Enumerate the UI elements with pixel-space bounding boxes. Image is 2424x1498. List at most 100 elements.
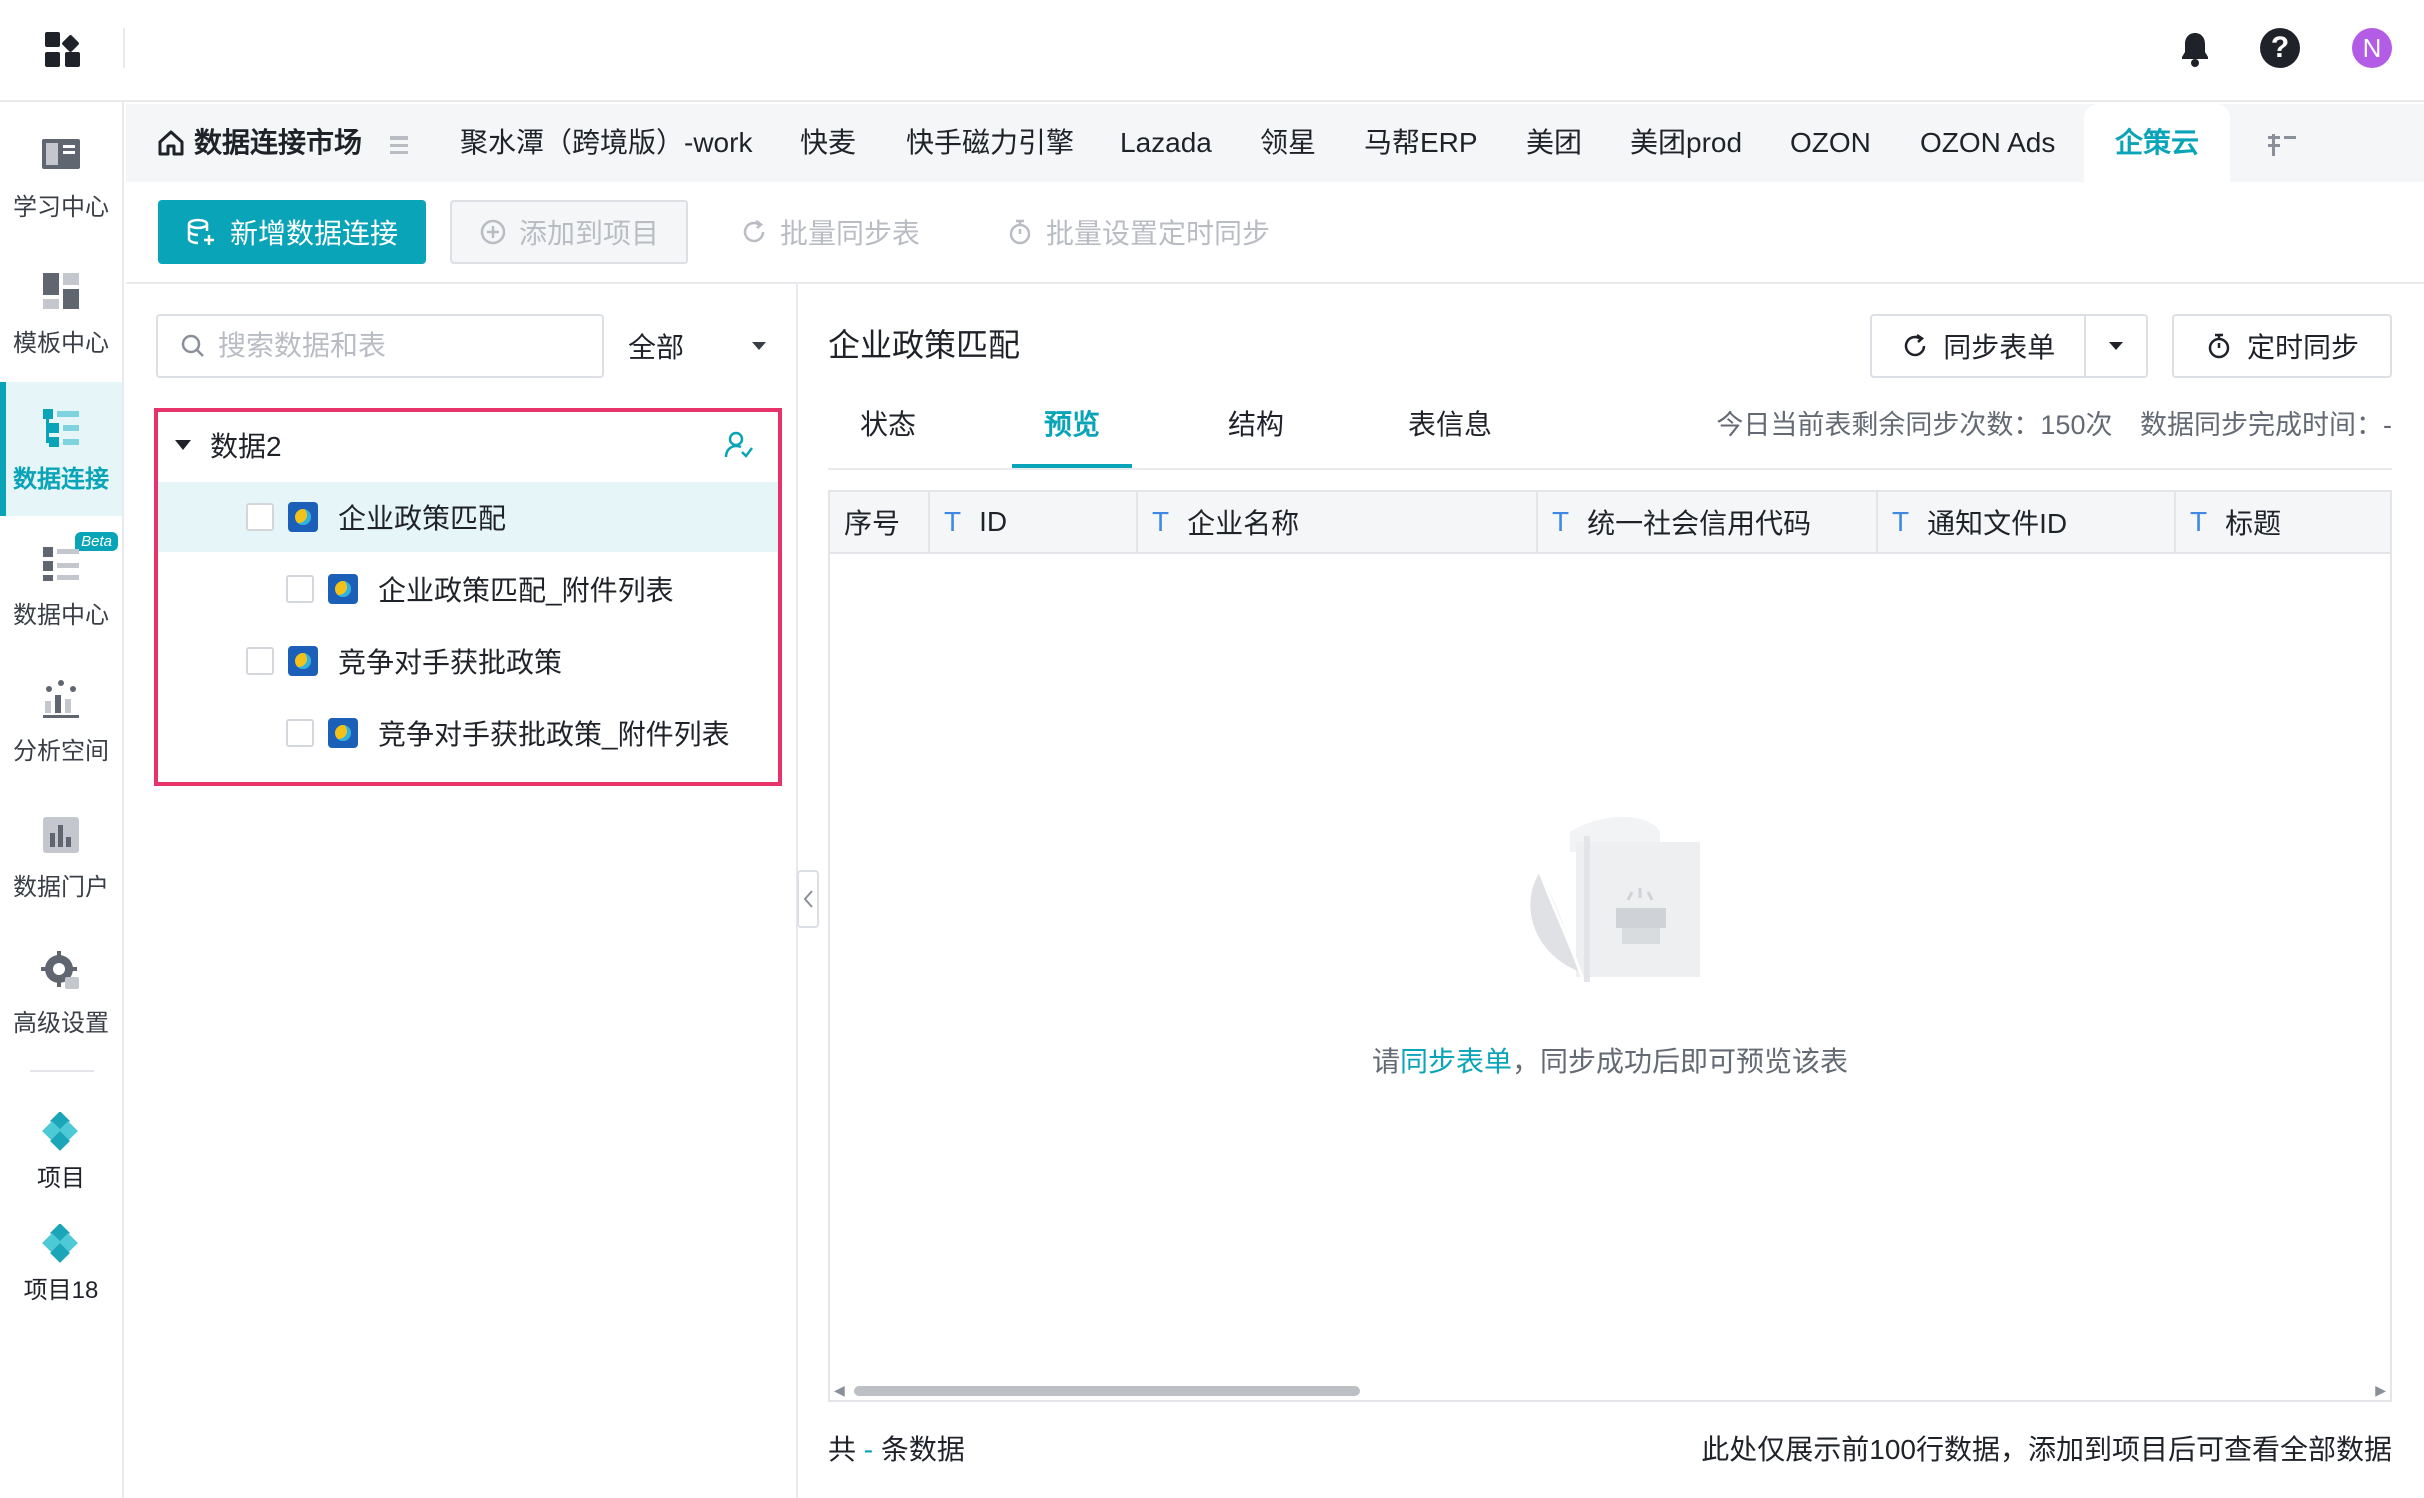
horizontal-scrollbar[interactable]: ◀ ▶ [830,1380,2390,1400]
sync-status-info: 今日当前表剩余同步次数：150次 数据同步完成时间：- [1696,392,2392,458]
column-header-company-name[interactable]: T 企业名称 [1138,492,1538,552]
detail-tab-bar: 状态 预览 结构 表信息 今日当前表剩余同步次数：150次 数据同步完成时间：- [828,392,2392,470]
app-grid-icon[interactable] [44,31,82,69]
preview-data-grid: 序号 T ID T 企业名称 T 统一社会信用代码 T 通知文件ID T 标题 [828,490,2392,1402]
scroll-left-arrow-icon[interactable]: ◀ [834,1382,845,1399]
button-label: 定时同步 [2246,332,2359,363]
tab-status[interactable]: 状态 [828,392,948,468]
tab-kuaishou[interactable]: 快手磁力引擎 [906,104,1074,182]
user-avatar[interactable]: N [2352,28,2392,68]
preview-limit-note: 此处仅展示前100行数据，添加到项目后可查看全部数据 [1701,1434,2392,1465]
column-title: 企业名称 [1187,508,1300,539]
sidebar-item-label: 高级设置 [13,1009,109,1037]
truncated-tab-glyph-icon [2268,133,2296,156]
tab-meituan[interactable]: 美团 [1526,104,1582,182]
database-plus-icon [187,218,214,245]
home-icon [158,130,184,156]
tab-kuaimai[interactable]: 快麦 [800,104,856,182]
user-share-icon[interactable] [724,430,754,460]
notification-bell-icon[interactable] [2174,28,2216,70]
data-tree-panel: 全部 数据2 企业政策匹配 企业政策匹配_附件列表 竞争对手获批政策 [126,284,798,1498]
project-diamond-icon [42,1111,78,1151]
tab-ozon[interactable]: OZON [1790,104,1871,182]
tree-node-label: 数据2 [210,431,282,462]
truncated-tab-glyph-icon [390,135,408,154]
sidebar-item-learning[interactable]: 学习中心 [0,110,122,244]
button-label: 同步表单 [1943,332,2056,363]
tree-node-data2[interactable]: 数据2 [158,412,778,478]
template-icon [43,272,79,309]
batch-sync-button[interactable]: 批量同步表 [740,200,920,264]
sidebar-item-analysis[interactable]: 分析空间 [0,654,122,788]
remaining-sync-count: 今日当前表剩余同步次数：150次 [1716,410,2113,440]
caret-down-icon[interactable] [174,438,192,452]
tab-jushuitan[interactable]: 聚水潭（跨境版）-work [460,104,752,182]
filter-select[interactable]: 全部 [624,314,774,378]
search-box[interactable] [156,314,604,378]
tree-table-row[interactable]: 竞争对手获批政策_附件列表 [158,698,778,768]
collapse-panel-handle[interactable] [797,870,819,928]
sidebar-item-label: 数据中心 [13,601,109,629]
batch-schedule-sync-button[interactable]: 批量设置定时同步 [1006,200,1270,264]
column-header-id[interactable]: T ID [930,492,1138,552]
sync-table-button[interactable]: 同步表单 [1872,316,2087,376]
tab-table-info[interactable]: 表信息 [1380,392,1520,468]
tab-data-connection-market[interactable]: 数据连接市场 [156,104,362,182]
search-input[interactable] [218,330,578,362]
column-title: 序号 [844,508,901,539]
tab-ozon-ads[interactable]: OZON Ads [1920,104,2055,182]
empty-state-message: 请同步表单，同步成功后即可预览该表 [830,1040,2390,1080]
empty-state-illustration-icon [1530,817,1700,982]
tab-truncated-right[interactable] [2266,104,2306,182]
table-checkbox[interactable] [246,647,274,675]
tab-truncated[interactable] [388,104,410,182]
scrollbar-thumb[interactable] [854,1386,1360,1396]
sidebar-item-data-portal[interactable]: 数据门户 [0,790,122,924]
row-count-summary: 共 - 条数据 [828,1428,965,1468]
sync-table-link[interactable]: 同步表单 [1400,1046,1512,1077]
tab-label: 数据连接市场 [194,127,363,158]
scheduled-sync-button[interactable]: 定时同步 [2172,314,2392,378]
sidebar-item-data-center[interactable]: Beta 数据中心 [0,518,122,652]
sidebar-item-data-connection[interactable]: 数据连接 [0,382,122,516]
qicheyun-table-icon [288,502,318,532]
tab-qicheyun[interactable]: 企策云 [2084,104,2230,182]
tab-lingxing[interactable]: 领星 [1260,104,1316,182]
sidebar-project-item[interactable]: 项目 [0,1102,122,1202]
table-checkbox[interactable] [286,719,314,747]
scroll-right-arrow-icon[interactable]: ▶ [2375,1382,2386,1399]
sidebar-divider [30,1070,94,1072]
tab-meituan-prod[interactable]: 美团prod [1630,104,1742,182]
button-label: 批量设置定时同步 [1046,218,1271,249]
add-to-project-button[interactable]: 添加到项目 [450,200,688,264]
tab-mabang-erp[interactable]: 马帮ERP [1364,104,1478,182]
top-header: ? N [0,0,2424,102]
qicheyun-table-icon [328,574,358,604]
table-checkbox[interactable] [286,575,314,603]
sidebar-item-label: 学习中心 [13,193,109,221]
tab-preview[interactable]: 预览 [1012,392,1132,468]
refresh-icon [743,219,765,243]
tab-structure[interactable]: 结构 [1196,392,1316,468]
new-data-connection-button[interactable]: 新增数据连接 [158,200,426,264]
table-name: 企业政策匹配 [338,503,507,534]
column-title: 标题 [2225,508,2282,539]
tree-table-row[interactable]: 企业政策匹配_附件列表 [158,554,778,624]
help-icon[interactable]: ? [2260,28,2300,68]
column-header-index[interactable]: 序号 [830,492,930,552]
sidebar-item-advanced-settings[interactable]: 高级设置 [0,926,122,1060]
tab-lazada[interactable]: Lazada [1120,104,1212,182]
sync-options-dropdown[interactable] [2086,316,2146,376]
tree-table-row[interactable]: 竞争对手获批政策 [158,626,778,696]
table-checkbox[interactable] [246,503,274,531]
stopwatch-icon [1009,219,1031,245]
empty-text-prefix: 请 [1371,1046,1400,1077]
sidebar-item-templates[interactable]: 模板中心 [0,246,122,380]
header-divider [123,28,125,68]
column-header-credit-code[interactable]: T 统一社会信用代码 [1538,492,1878,552]
column-header-title[interactable]: T 标题 [2176,492,2390,552]
empty-text-suffix: ，同步成功后即可预览该表 [1512,1046,1849,1077]
sidebar-project-item[interactable]: 项目18 [0,1214,122,1314]
column-header-notice-file-id[interactable]: T 通知文件ID [1878,492,2176,552]
tree-table-row[interactable]: 企业政策匹配 [158,482,778,552]
